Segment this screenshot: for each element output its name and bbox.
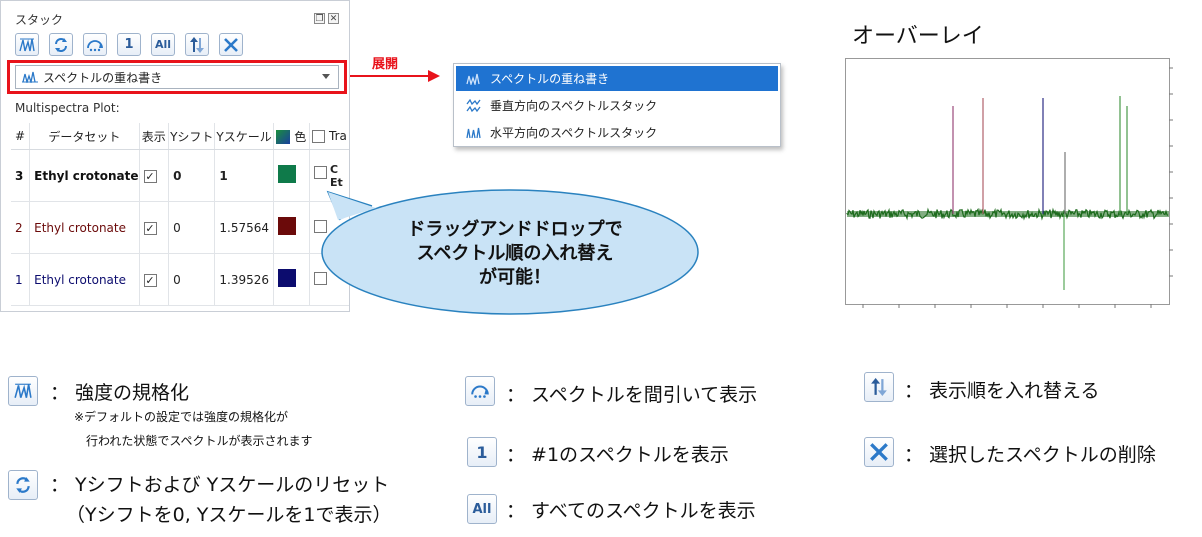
legend-show-all-text: ： すべてのスペクトルを表示 bbox=[506, 500, 756, 522]
legend-thin-text: ： スペクトルを間引いて表示 bbox=[506, 384, 758, 406]
row-index: 3 bbox=[11, 149, 31, 202]
normalize-intensity-icon bbox=[19, 38, 35, 51]
callout-line-2: スペクトル順の入れ替え bbox=[416, 243, 614, 264]
legend-reorder-text: ： 表示順を入れ替える bbox=[904, 380, 1100, 402]
callout-line-3: が可能！ bbox=[479, 267, 551, 288]
legend-normalize-icon bbox=[8, 376, 38, 406]
col-index[interactable]: # bbox=[11, 123, 31, 150]
legend-thin-icon bbox=[465, 376, 495, 406]
show-all-button[interactable]: All bbox=[151, 33, 175, 56]
callout-text: ドラッグアンドドロップで スペクトル順の入れ替え が可能！ bbox=[350, 218, 680, 290]
row-show: ✓ bbox=[139, 253, 170, 306]
col-tra[interactable]: Tra bbox=[309, 123, 349, 150]
row-show: ✓ bbox=[139, 149, 170, 202]
menu-item-overlay[interactable]: スペクトルの重ね書き bbox=[456, 66, 778, 91]
close-window-icon[interactable]: ✕ bbox=[328, 13, 339, 24]
legend-show-all-icon: All bbox=[467, 494, 497, 524]
row-yshift: 0 bbox=[168, 201, 216, 254]
row-yshift: 0 bbox=[168, 149, 216, 202]
row-dataset: Ethyl crotonate bbox=[29, 201, 140, 254]
vertical-stack-icon bbox=[466, 98, 482, 113]
row-yscale: 1.57564 bbox=[214, 201, 274, 254]
menu-item-horizontal-stack[interactable]: 水平方向のスペクトルスタック bbox=[456, 120, 778, 145]
table-header: # データセット 表示 Yシフト Yスケール 色 Tra bbox=[11, 123, 349, 150]
row-dataset: Ethyl crotonate bbox=[29, 253, 140, 306]
table-row[interactable]: 3 Ethyl crotonate ✓ 0 1 C Et bbox=[11, 149, 349, 202]
horizontal-stack-icon bbox=[466, 126, 482, 140]
spectra-table: # データセット 表示 Yシフト Yスケール 色 Tra 3 Ethyl crot… bbox=[11, 123, 349, 306]
legend-normalize-text: ： 強度の規格化 bbox=[50, 382, 190, 404]
row-yscale: 1.39526 bbox=[214, 253, 274, 306]
menu-item-vertical-stack[interactable]: 垂直方向のスペクトルスタック bbox=[456, 93, 778, 118]
col-color-label: 色 bbox=[294, 129, 307, 144]
legend-reset-text-1: ： Yシフトおよび Yスケールのリセット bbox=[50, 474, 390, 496]
legend-normalize-note2: 行われた状態でスペクトルが表示されます bbox=[86, 434, 313, 448]
restore-window-icon[interactable]: ❐ bbox=[314, 13, 325, 24]
display-mode-menu: スペクトルの重ね書き 垂直方向のスペクトルスタック 水平方向のスペクトルスタック bbox=[453, 63, 781, 147]
reset-button[interactable] bbox=[49, 33, 73, 56]
row-show: ✓ bbox=[139, 201, 170, 254]
overlay-title: オーバーレイ bbox=[852, 24, 984, 49]
menu-item-label: 水平方向のスペクトルスタック bbox=[490, 126, 658, 140]
thin-out-button[interactable] bbox=[83, 33, 107, 56]
legend-reset-text-2: （Yシフトを0, Yスケールを1で表示） bbox=[66, 504, 392, 526]
tra-checkbox[interactable] bbox=[314, 166, 328, 179]
row-yshift: 0 bbox=[168, 253, 216, 306]
reorder-button[interactable] bbox=[185, 33, 209, 56]
col-dataset[interactable]: データセット bbox=[29, 123, 140, 150]
col-show[interactable]: 表示 bbox=[139, 123, 170, 150]
row-index: 2 bbox=[11, 201, 31, 254]
table-row[interactable]: 1 Ethyl crotonate ✓ 0 1.39526 bbox=[11, 253, 349, 306]
color-swatch[interactable] bbox=[277, 217, 296, 235]
callout-line-1: ドラッグアンドドロップで bbox=[407, 219, 623, 240]
plot-frame bbox=[845, 58, 1170, 305]
col-color[interactable]: 色 bbox=[273, 123, 311, 150]
show-checkbox[interactable]: ✓ bbox=[143, 273, 157, 287]
legend-reset-icon bbox=[8, 470, 38, 500]
table-row[interactable]: 2 Ethyl crotonate ✓ 0 1.57564 bbox=[11, 201, 349, 254]
reset-icon bbox=[55, 37, 67, 52]
legend-normalize-note1: ※デフォルトの設定では強度の規格化が bbox=[74, 410, 289, 424]
overlay-spectra-icon bbox=[466, 72, 482, 86]
row-yscale: 1 bbox=[214, 149, 274, 202]
normalize-intensity-button[interactable] bbox=[15, 33, 39, 56]
color-swatch[interactable] bbox=[277, 269, 296, 287]
reorder-icon bbox=[190, 36, 204, 53]
row-index: 1 bbox=[11, 253, 31, 306]
stack-panel: スタック ❐ ✕ 1 All スペクトルの重ね書き Multispectra P… bbox=[0, 0, 350, 312]
delete-button[interactable] bbox=[219, 33, 243, 56]
highlight-box bbox=[7, 60, 347, 94]
overlay-spectrum-plot bbox=[845, 58, 1173, 308]
show-first-button[interactable]: 1 bbox=[117, 33, 141, 56]
legend-show-first-text: ： #1のスペクトルを表示 bbox=[506, 444, 729, 466]
expand-arrow-icon bbox=[350, 70, 440, 82]
color-header-icon bbox=[276, 130, 291, 144]
legend-reorder-icon bbox=[864, 372, 894, 402]
show-checkbox[interactable]: ✓ bbox=[143, 169, 157, 183]
baseline-band bbox=[847, 211, 1169, 217]
delete-icon bbox=[224, 37, 238, 52]
tra-header-checkbox[interactable] bbox=[312, 130, 326, 143]
show-checkbox[interactable]: ✓ bbox=[143, 221, 157, 235]
legend-delete-text: ： 選択したスペクトルの削除 bbox=[904, 444, 1156, 466]
panel-title: スタック bbox=[15, 13, 64, 27]
legend-show-first-icon: 1 bbox=[467, 437, 497, 467]
col-yshift[interactable]: Yシフト bbox=[168, 123, 216, 150]
col-tra-label: Tra bbox=[329, 129, 347, 143]
multispectra-plot-label: Multispectra Plot: bbox=[15, 101, 120, 115]
row-dataset: Ethyl crotonate bbox=[29, 149, 140, 202]
menu-item-label: スペクトルの重ね書き bbox=[490, 72, 610, 86]
thin-out-icon bbox=[87, 39, 103, 51]
col-yscale[interactable]: Yスケール bbox=[214, 123, 274, 150]
legend-delete-icon bbox=[864, 437, 894, 467]
menu-item-label: 垂直方向のスペクトルスタック bbox=[490, 99, 658, 113]
color-swatch[interactable] bbox=[277, 165, 296, 183]
